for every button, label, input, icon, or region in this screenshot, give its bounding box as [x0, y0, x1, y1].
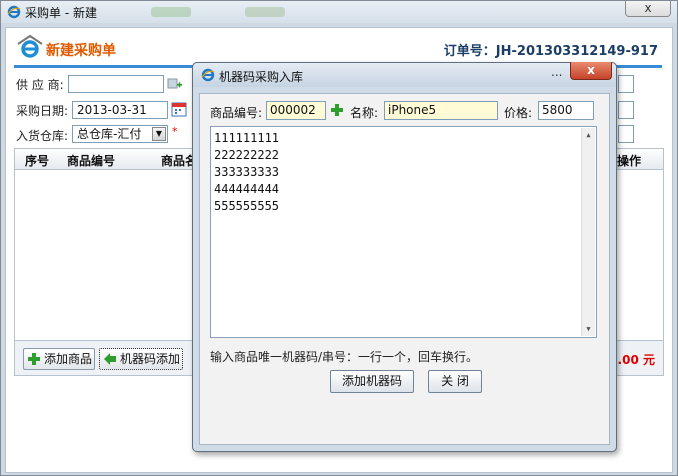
warehouse-select[interactable]: 总仓库-汇付 ▼ [72, 125, 168, 143]
column-header: 商品编号 [67, 154, 116, 168]
machine-code-line: 111111111 [214, 131, 280, 145]
required-marker: * [172, 125, 178, 138]
machine-code-add-label: 机器码添加 [120, 352, 181, 366]
calendar-icon[interactable] [171, 101, 187, 117]
page-title: 新建采购单 [46, 43, 116, 59]
green-plus-icon[interactable] [330, 103, 344, 117]
price-label: 价格: [504, 106, 533, 120]
machine-code-line: 555555555 [214, 199, 280, 213]
product-code-label: 商品编号: [210, 106, 263, 120]
ie-logo-icon [7, 5, 21, 19]
hidden-field[interactable] [618, 125, 634, 143]
machine-code-textarea[interactable]: 111111111 222222222 333333333 444444444 … [210, 126, 597, 338]
purchase-date-field[interactable]: 2013-03-31 [72, 101, 168, 119]
chevron-down-icon[interactable]: ▼ [152, 127, 166, 141]
input-hint: 输入商品唯一机器码/串号：一行一个，回车换行。 [210, 350, 479, 364]
machine-code-add-button[interactable]: 机器码添加 [99, 348, 183, 370]
textarea-scrollbar[interactable]: ▲ ▼ [581, 128, 595, 336]
machine-code-line: 333333333 [214, 165, 280, 179]
green-arrow-icon [104, 353, 116, 365]
lookup-add-icon[interactable] [167, 76, 183, 92]
dialog-body: 商品编号: 000002 名称: iPhone5 价格: 5800 111111… [199, 93, 610, 445]
green-plus-icon [28, 353, 40, 365]
product-code-field[interactable]: 000002 [266, 101, 326, 120]
blurred-tab [151, 7, 191, 17]
supplier-field[interactable] [68, 75, 164, 93]
date-label: 采购日期: [16, 104, 69, 118]
warehouse-selected-value: 总仓库-汇付 [77, 127, 142, 141]
dialog-menu-button[interactable]: ... [551, 65, 562, 79]
column-header: 操作 [617, 154, 642, 168]
scroll-down-icon[interactable]: ▼ [582, 322, 595, 336]
price-field[interactable]: 5800 [538, 101, 594, 120]
add-product-label: 添加商品 [44, 352, 93, 366]
blurred-tab [245, 7, 285, 17]
dialog-close-button[interactable]: x [570, 62, 612, 80]
supplier-label: 供 应 商: [16, 78, 64, 92]
order-number: 订单号：JH-201303312149-917 [443, 44, 658, 59]
dialog-close-action-button[interactable]: 关 闭 [428, 370, 482, 393]
ie-logo-icon [201, 68, 215, 82]
machine-code-dialog: 机器码采购入库 ... x 商品编号: 000002 名称: iPhone5 价… [192, 62, 617, 452]
machine-code-line: 222222222 [214, 148, 280, 162]
dialog-titlebar: 机器码采购入库 ... x [193, 62, 616, 87]
product-name-label: 名称: [350, 106, 379, 120]
page-header: 新建采购单 订单号：JH-201303312149-917 [6, 28, 672, 66]
window-close-button[interactable]: x [625, 1, 671, 17]
add-product-button[interactable]: 添加商品 [23, 348, 95, 370]
hidden-field[interactable] [618, 101, 634, 119]
product-name-field[interactable]: iPhone5 [384, 101, 498, 120]
machine-code-line: 444444444 [214, 182, 280, 196]
ie-logo-icon [17, 34, 43, 58]
column-header: 序号 [25, 154, 50, 168]
hidden-field[interactable] [618, 75, 634, 93]
add-machine-code-button[interactable]: 添加机器码 [330, 370, 414, 393]
window-titlebar: 采购单 - 新建 x [1, 1, 677, 23]
scroll-up-icon[interactable]: ▲ [582, 128, 595, 142]
warehouse-label: 入货仓库: [16, 129, 69, 143]
window-title: 采购单 - 新建 [25, 6, 97, 20]
dialog-title: 机器码采购入库 [219, 70, 304, 84]
